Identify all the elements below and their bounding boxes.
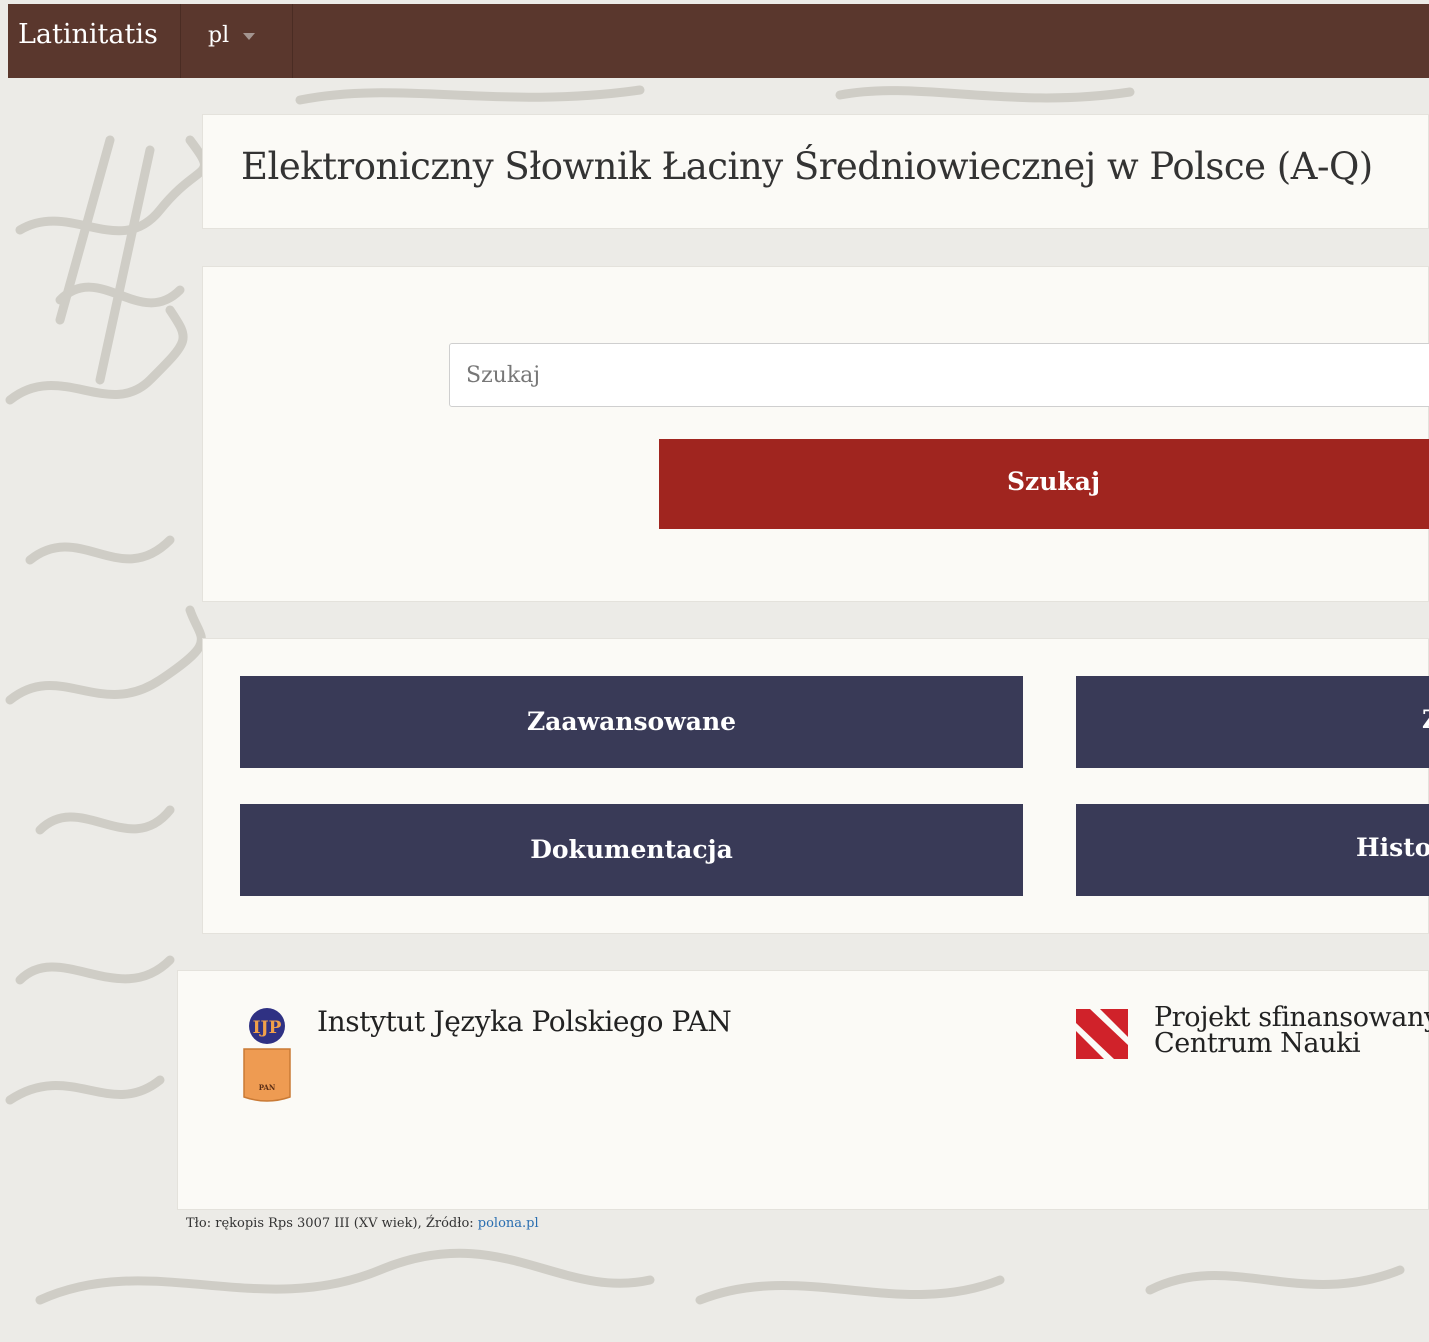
ijp-pan-logo-icon[interactable]: IJP PAN (240, 1007, 294, 1105)
history-label: Histor (1356, 833, 1429, 862)
caret-down-icon (243, 32, 256, 40)
search-panel: Szukaj (202, 266, 1429, 602)
nav-button-right-top[interactable]: Z (1076, 676, 1429, 768)
pan-logo-letters: PAN (259, 1083, 276, 1092)
navbar-divider (292, 4, 293, 78)
documentation-button[interactable]: Dokumentacja (240, 804, 1023, 896)
ijp-logo-letters: IJP (253, 1018, 282, 1038)
brand-link[interactable]: Latinitatis (18, 4, 158, 78)
title-panel: Elektroniczny Słownik Łaciny Średniowiec… (202, 114, 1429, 229)
nav-button-right-top-label: Z (1422, 676, 1429, 764)
language-label: pl (208, 23, 230, 48)
documentation-label: Dokumentacja (530, 835, 733, 864)
polona-link[interactable]: polona.pl (478, 1216, 539, 1231)
history-button[interactable]: Histor (1076, 804, 1429, 896)
search-input[interactable] (449, 343, 1429, 407)
footer-panel: IJP PAN Instytut Języka Polskiego PAN Pr… (177, 970, 1429, 1210)
advanced-search-label: Zaawansowane (526, 707, 737, 736)
ncn-funding-line-2: Centrum Nauki (1154, 1028, 1361, 1059)
advanced-search-button[interactable]: Zaawansowane (240, 676, 1023, 768)
ijp-name[interactable]: Instytut Języka Polskiego PAN (317, 1005, 732, 1038)
background-credit: Tło: rękopis Rps 3007 III (XV wiek), Źró… (186, 1216, 539, 1231)
ncn-logo-icon[interactable] (1076, 1009, 1128, 1059)
top-navbar: Latinitatis pl (8, 4, 1429, 78)
background-credit-text: Tło: rękopis Rps 3007 III (XV wiek), Źró… (186, 1216, 478, 1231)
search-button[interactable]: Szukaj (659, 439, 1429, 529)
language-dropdown[interactable]: pl (208, 4, 256, 78)
page-title: Elektroniczny Słownik Łaciny Średniowiec… (241, 145, 1373, 188)
links-panel: Zaawansowane Z Dokumentacja Histor (202, 638, 1429, 934)
navbar-divider (180, 4, 181, 78)
search-button-label: Szukaj (1007, 467, 1100, 496)
ncn-funding-text: Projekt sfinansowany Centrum Nauki (1154, 1004, 1429, 1059)
